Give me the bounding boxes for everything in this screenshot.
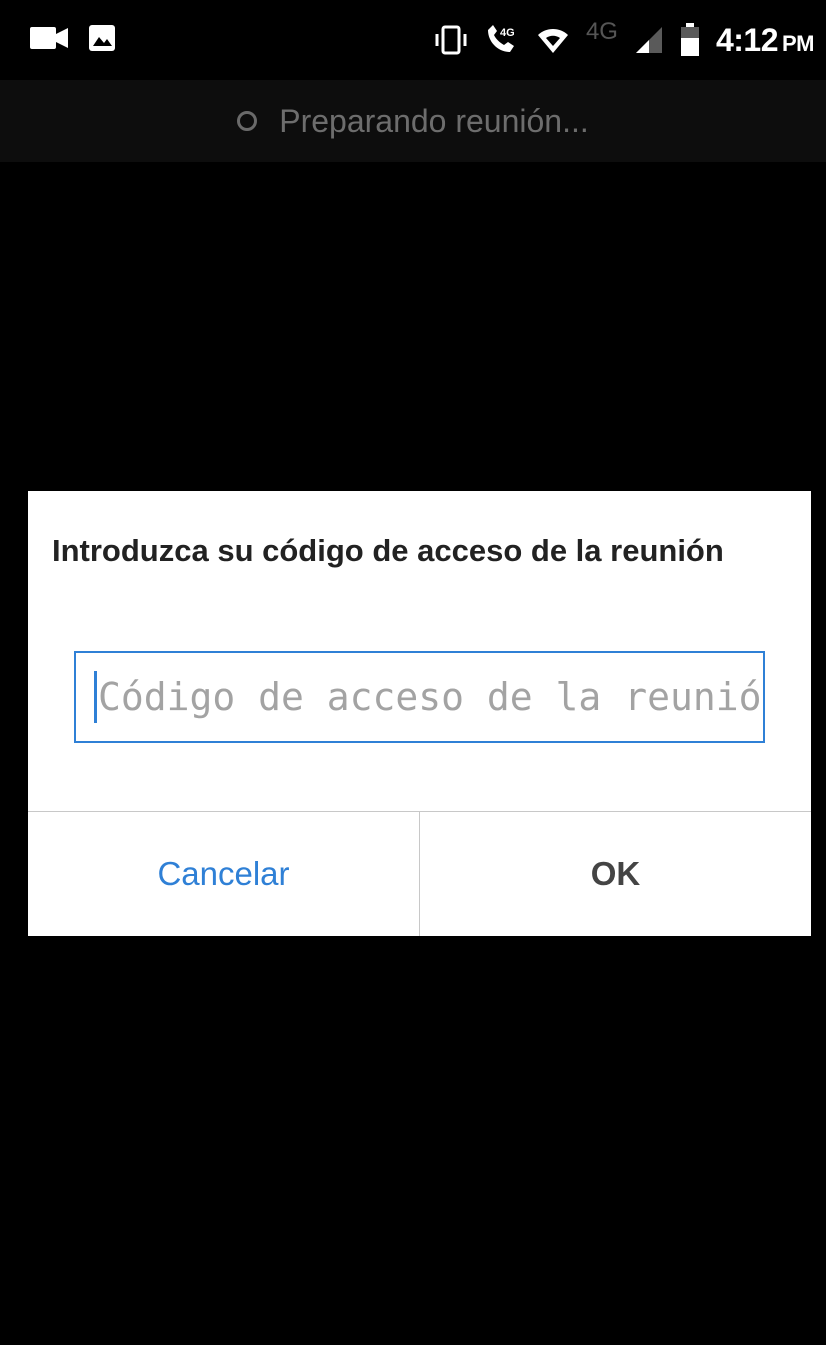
vibrate-icon (434, 25, 468, 55)
status-bar-system: 4G 4G 4:12 PM (434, 16, 815, 64)
zoom-join-screen: 4G 4G 4:12 PM Preparando reunión... Intr… (0, 0, 826, 1345)
network-type-label: 4G (585, 18, 618, 45)
volte-label: 4G (500, 27, 515, 39)
clock-ampm: PM (782, 30, 815, 56)
cancel-button[interactable]: Cancelar (28, 812, 420, 936)
image-icon (88, 24, 116, 52)
battery-icon (680, 23, 700, 57)
loading-spinner-icon (237, 111, 258, 131)
status-bar: 4G 4G 4:12 PM (0, 0, 826, 80)
wifi-icon (536, 25, 570, 55)
dialog-title: Introduzca su código de acceso de la reu… (52, 533, 724, 568)
volte-call-icon: 4G (484, 24, 520, 56)
ok-button[interactable]: OK (420, 812, 811, 936)
passcode-dialog: Introduzca su código de acceso de la reu… (28, 491, 811, 936)
dialog-button-row: Cancelar OK (28, 812, 811, 936)
passcode-field[interactable] (74, 651, 765, 743)
status-bar-clock: 4:12 PM (715, 21, 815, 59)
clock-time: 4:12 (715, 21, 779, 58)
passcode-input[interactable] (76, 653, 763, 741)
text-cursor (94, 671, 97, 723)
meeting-header: Preparando reunión... (0, 80, 826, 162)
status-bar-notifications (30, 24, 116, 52)
meeting-status-text: Preparando reunión... (279, 102, 589, 139)
video-camera-icon (30, 25, 70, 51)
signal-icon (634, 25, 664, 55)
